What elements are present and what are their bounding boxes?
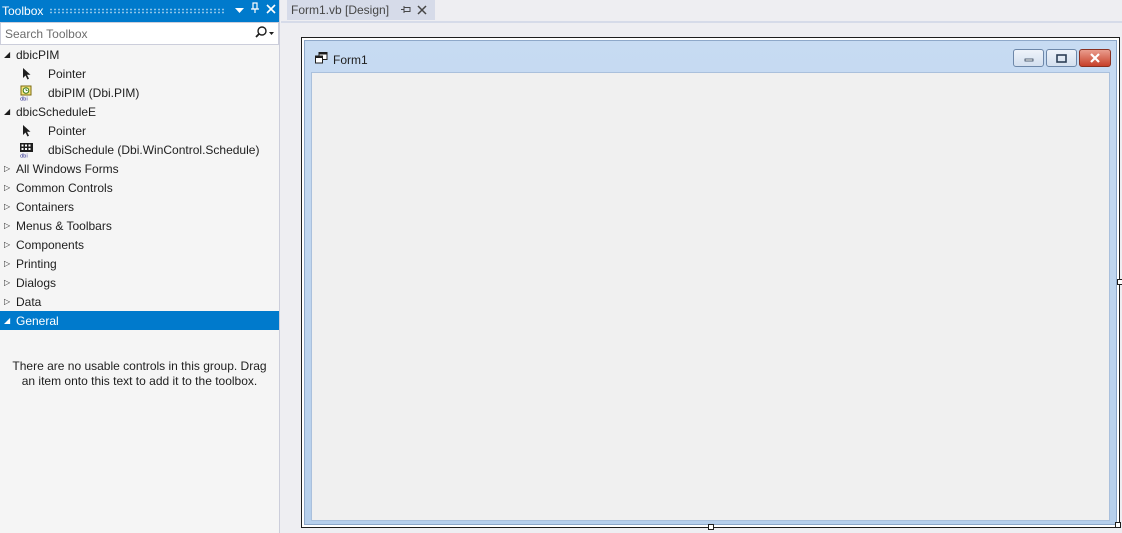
dbipim-icon: dbi xyxy=(17,85,37,101)
group-components[interactable]: ▷ Components xyxy=(0,235,279,254)
group-dbicschedulee[interactable]: ◢ dbicScheduleE xyxy=(0,102,279,121)
resize-handle-right[interactable] xyxy=(1117,279,1122,285)
toolbox-item-pointer[interactable]: Pointer xyxy=(0,121,279,140)
group-general[interactable]: ◢ General xyxy=(0,311,279,330)
tab-form1-design[interactable]: Form1.vb [Design] xyxy=(287,0,436,20)
group-common-controls[interactable]: ▷ Common Controls xyxy=(0,178,279,197)
form-title: Form1 xyxy=(333,52,368,67)
tab-strip: Form1.vb [Design] xyxy=(281,0,1122,22)
toolbox-panel: Toolbox ◢ dbicPIM Pointer xyxy=(0,0,280,533)
collapsed-arrow-icon[interactable]: ▷ xyxy=(4,164,16,173)
pin-icon[interactable] xyxy=(247,0,263,22)
toolbox-title: Toolbox xyxy=(2,4,44,18)
toolbox-item-dbipim[interactable]: dbi dbiPIM (Dbi.PIM) xyxy=(0,83,279,102)
collapsed-arrow-icon[interactable]: ▷ xyxy=(4,183,16,192)
close-icon[interactable] xyxy=(413,4,431,15)
close-icon[interactable] xyxy=(263,0,279,22)
tab-underline xyxy=(281,21,1122,23)
pointer-icon xyxy=(17,66,37,82)
group-data[interactable]: ▷ Data xyxy=(0,292,279,311)
minimize-button[interactable] xyxy=(1013,49,1044,67)
form-titlebar[interactable]: Form1 xyxy=(315,52,368,67)
form-window[interactable]: Form1 xyxy=(304,40,1117,525)
designer-surface[interactable]: Form1 xyxy=(301,37,1120,528)
expanded-arrow-icon[interactable]: ◢ xyxy=(4,107,16,116)
search-icon[interactable] xyxy=(252,23,278,44)
dbischedule-icon: dbi xyxy=(17,142,37,158)
search-input[interactable] xyxy=(5,26,252,41)
toolbox-search[interactable] xyxy=(0,22,279,45)
toolbox-header[interactable]: Toolbox xyxy=(0,0,279,22)
document-area: Form1.vb [Design] Form1 xyxy=(281,0,1122,533)
maximize-button[interactable] xyxy=(1046,49,1077,67)
form-client-area[interactable] xyxy=(311,72,1110,521)
collapsed-arrow-icon[interactable]: ▷ xyxy=(4,297,16,306)
group-dialogs[interactable]: ▷ Dialogs xyxy=(0,273,279,292)
collapsed-arrow-icon[interactable]: ▷ xyxy=(4,259,16,268)
svg-text:dbi: dbi xyxy=(20,153,28,158)
group-dbicpim[interactable]: ◢ dbicPIM xyxy=(0,45,279,64)
expanded-arrow-icon[interactable]: ◢ xyxy=(4,50,16,59)
toolbox-item-dbischedule[interactable]: dbi dbiSchedule (Dbi.WinControl.Schedule… xyxy=(0,140,279,159)
svg-text:dbi: dbi xyxy=(20,96,28,101)
close-icon xyxy=(1090,53,1100,63)
minimize-icon xyxy=(1024,58,1033,62)
resize-handle-bottom[interactable] xyxy=(708,524,714,530)
drag-grip[interactable] xyxy=(49,8,225,14)
close-button[interactable] xyxy=(1079,49,1111,67)
dropdown-arrow-icon[interactable] xyxy=(231,0,247,22)
empty-group-message[interactable]: There are no usable controls in this gro… xyxy=(0,359,279,389)
maximize-icon xyxy=(1056,53,1067,63)
pin-icon[interactable] xyxy=(399,5,413,14)
group-printing[interactable]: ▷ Printing xyxy=(0,254,279,273)
group-menus-toolbars[interactable]: ▷ Menus & Toolbars xyxy=(0,216,279,235)
collapsed-arrow-icon[interactable]: ▷ xyxy=(4,221,16,230)
form-icon xyxy=(315,52,328,67)
expanded-arrow-icon[interactable]: ◢ xyxy=(4,316,16,325)
collapsed-arrow-icon[interactable]: ▷ xyxy=(4,240,16,249)
resize-handle-corner[interactable] xyxy=(1115,522,1121,528)
tab-label: Form1.vb [Design] xyxy=(291,2,390,17)
group-all-windows-forms[interactable]: ▷ All Windows Forms xyxy=(0,159,279,178)
toolbox-list: ◢ dbicPIM Pointer dbi dbiPIM (Dbi.PIM) ◢… xyxy=(0,45,279,389)
collapsed-arrow-icon[interactable]: ▷ xyxy=(4,278,16,287)
pointer-icon xyxy=(17,123,37,139)
form-caption-buttons xyxy=(1011,49,1111,67)
group-containers[interactable]: ▷ Containers xyxy=(0,197,279,216)
collapsed-arrow-icon[interactable]: ▷ xyxy=(4,202,16,211)
toolbox-item-pointer[interactable]: Pointer xyxy=(0,64,279,83)
